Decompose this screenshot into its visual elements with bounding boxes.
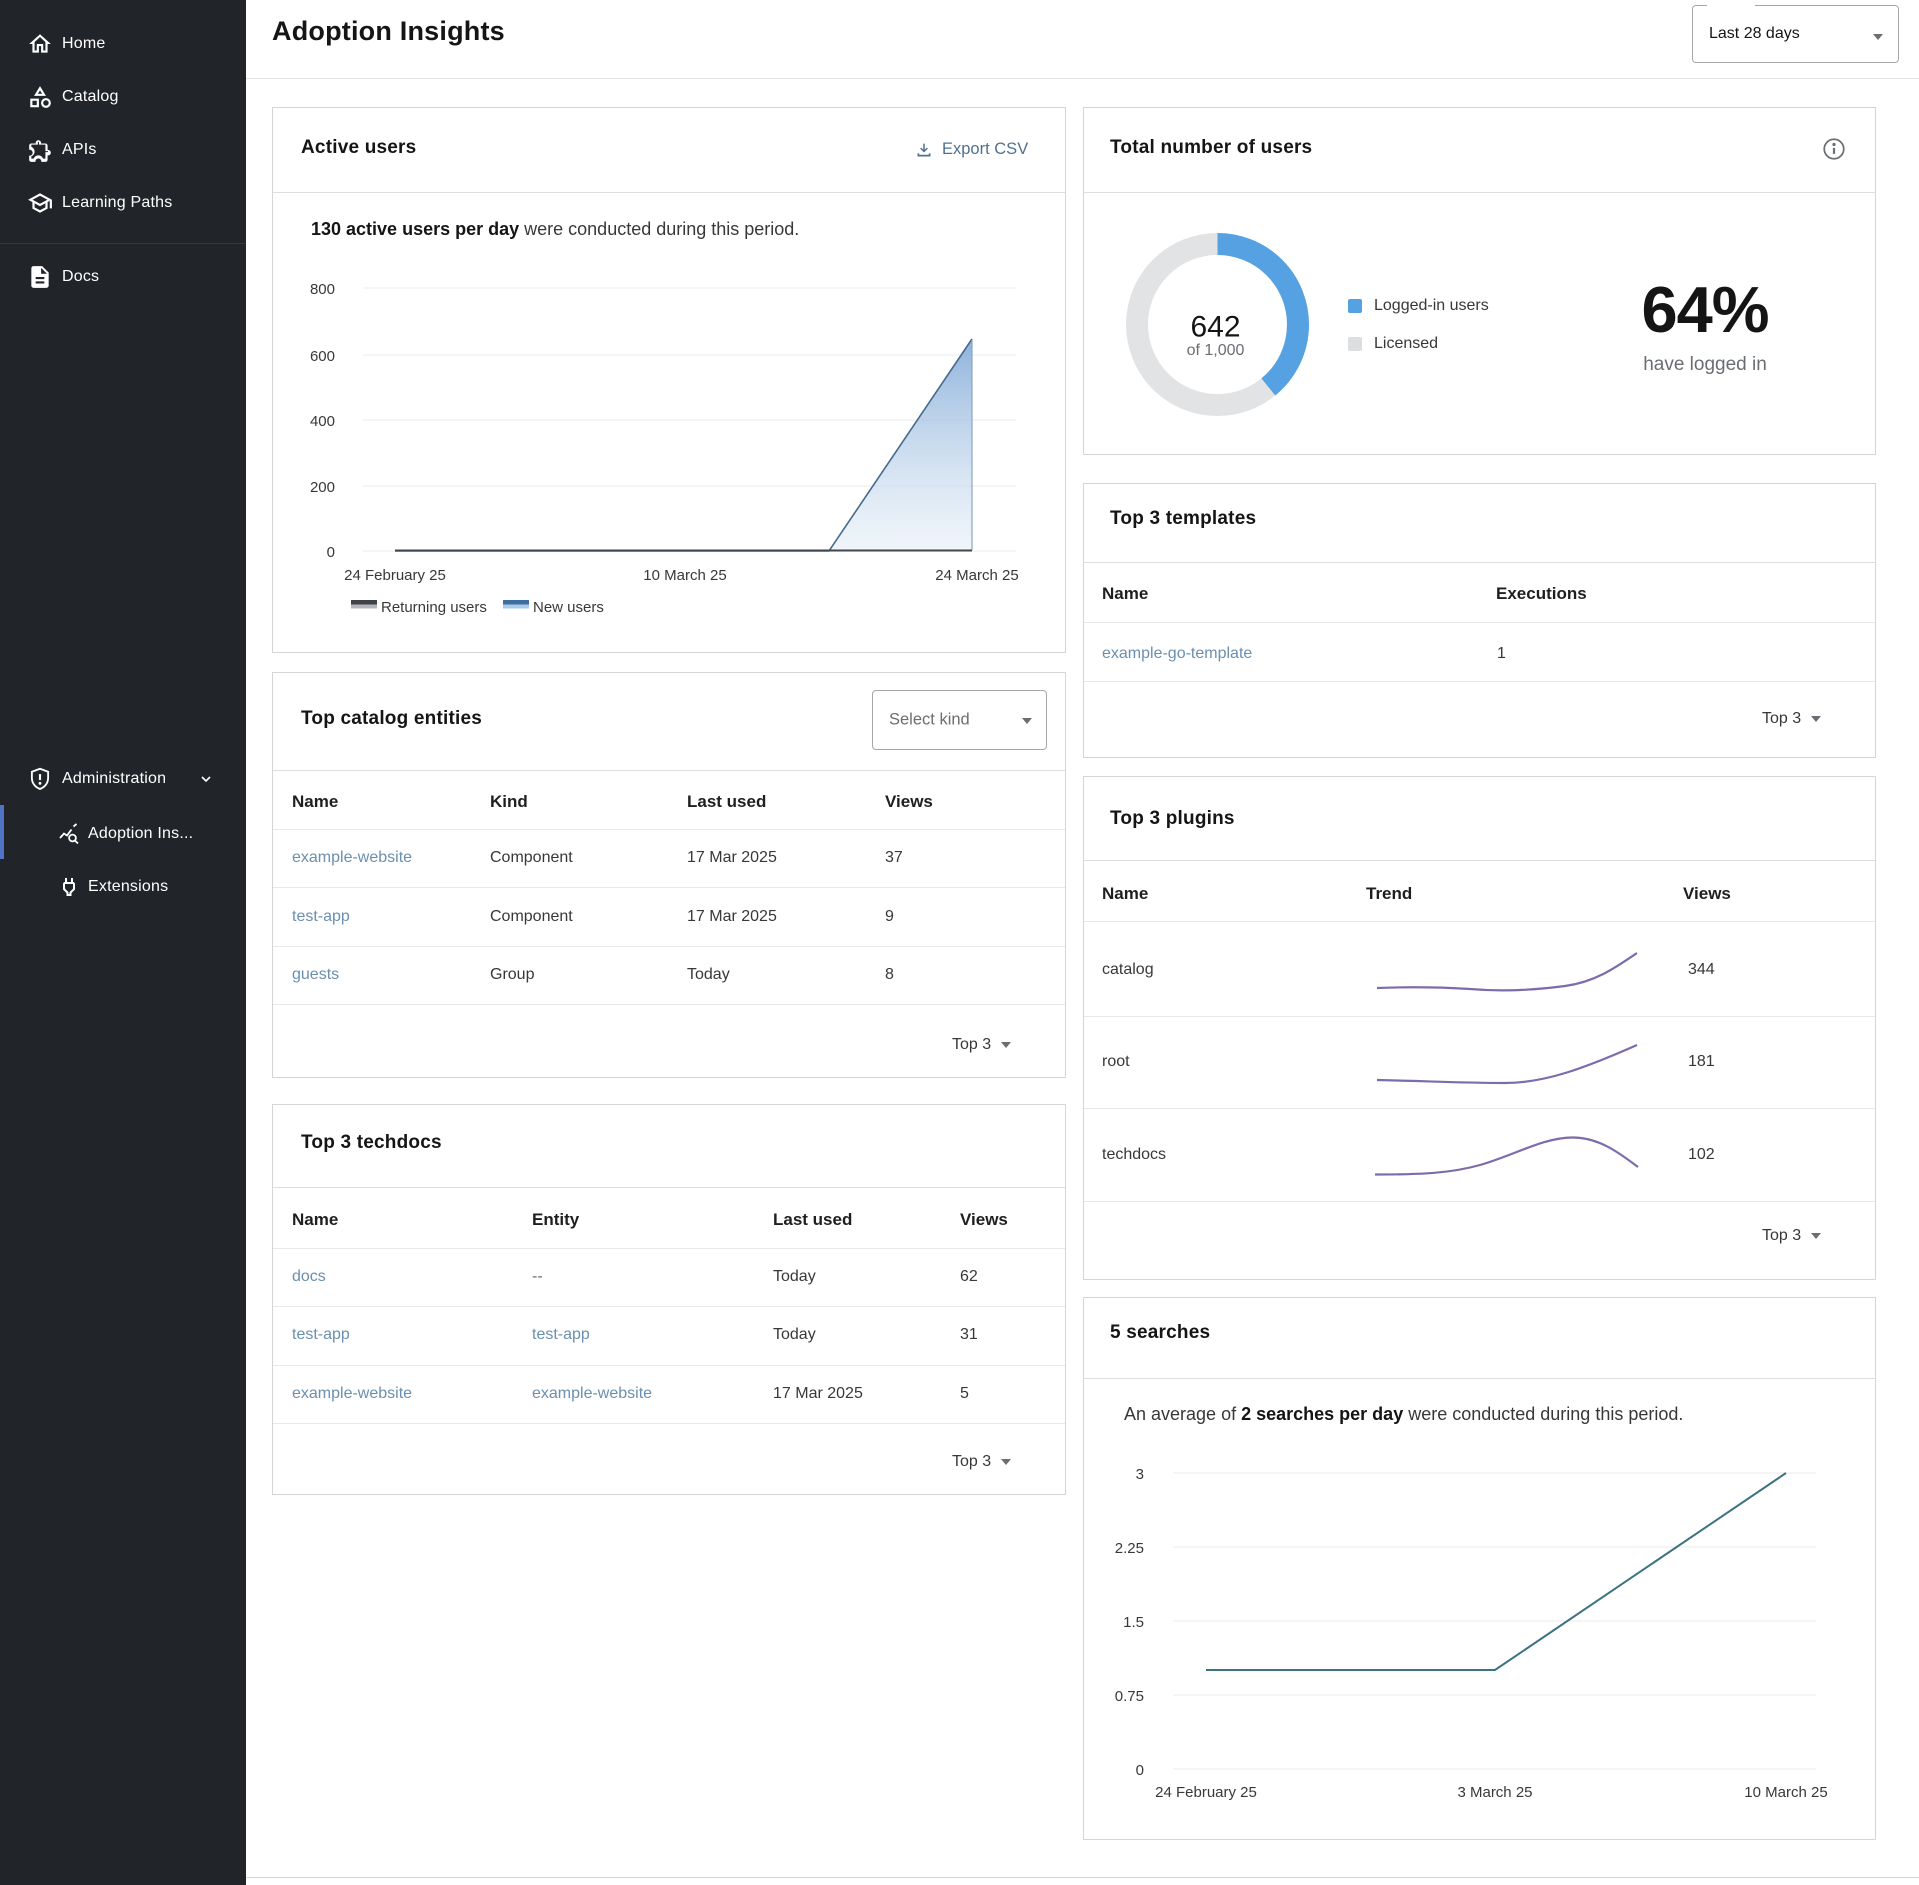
svg-text:0.75: 0.75 [1115,1688,1144,1705]
svg-text:600: 600 [310,348,335,365]
svg-text:0: 0 [1136,1762,1144,1779]
svg-text:0: 0 [327,544,335,561]
svg-text:400: 400 [310,413,335,430]
svg-text:24 February 25: 24 February 25 [1155,1784,1257,1801]
svg-text:24 March 25: 24 March 25 [935,567,1018,584]
svg-text:Returning users: Returning users [381,599,487,616]
svg-text:642: 642 [1190,311,1240,344]
svg-text:800: 800 [310,281,335,298]
svg-text:10 March 25: 10 March 25 [1744,1784,1827,1801]
svg-text:2.25: 2.25 [1115,1540,1144,1557]
svg-text:3: 3 [1136,1466,1144,1483]
svg-text:New users: New users [533,599,604,616]
svg-text:3 March 25: 3 March 25 [1457,1784,1532,1801]
svg-text:of 1,000: of 1,000 [1187,342,1245,359]
svg-text:24 February 25: 24 February 25 [344,567,446,584]
svg-text:10 March 25: 10 March 25 [643,567,726,584]
svg-text:1.5: 1.5 [1123,1614,1144,1631]
svg-text:200: 200 [310,479,335,496]
